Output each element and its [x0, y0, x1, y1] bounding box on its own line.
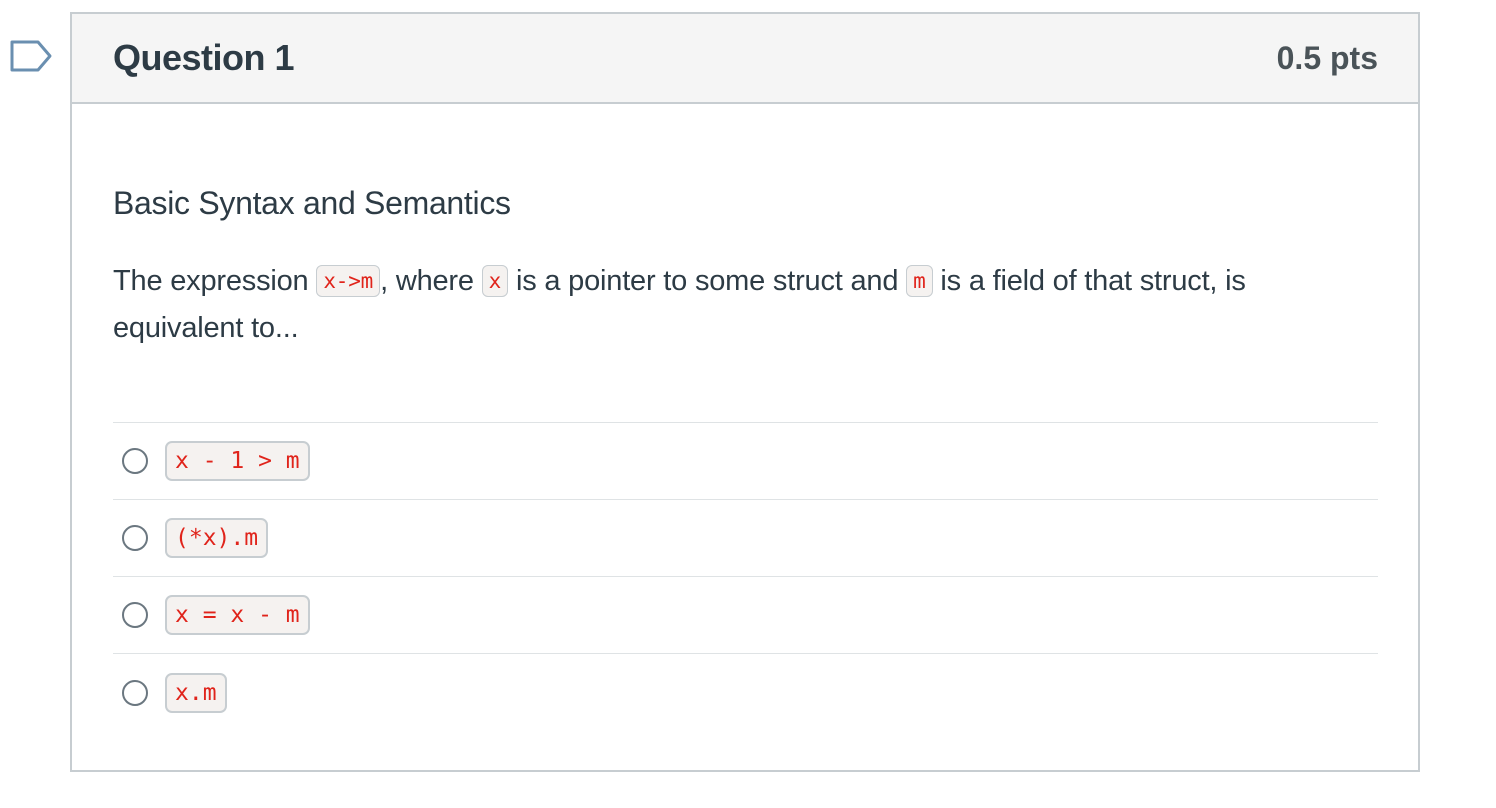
question-points: 0.5 pts	[1276, 39, 1378, 76]
radio-button[interactable]	[122, 525, 148, 551]
radio-button[interactable]	[122, 602, 148, 628]
bookmark-flag-icon[interactable]	[10, 40, 52, 72]
inline-code: x->m	[316, 265, 381, 297]
question-text: The expression x->m, where x is a pointe…	[113, 258, 1378, 352]
question-header: Question 1 0.5 pts	[72, 14, 1418, 104]
question-text-part: The expression	[113, 265, 317, 297]
answer-list: x - 1 > m (*x).m x = x - m x.m	[113, 422, 1378, 731]
radio-button[interactable]	[122, 679, 148, 706]
answer-code: x = x - m	[165, 595, 310, 635]
inline-code: x	[481, 265, 509, 297]
question-card: Question 1 0.5 pts Basic Syntax and Sema…	[70, 12, 1420, 772]
answer-code: (*x).m	[165, 518, 269, 558]
inline-code: m	[906, 265, 933, 297]
question-text-part: , where	[380, 265, 482, 297]
question-title: Question 1	[113, 37, 295, 78]
question-body: Basic Syntax and Semantics The expressio…	[72, 184, 1418, 731]
answer-code: x - 1 > m	[165, 441, 310, 481]
answer-option[interactable]: (*x).m	[113, 500, 1378, 577]
radio-button[interactable]	[122, 448, 148, 474]
answer-code: x.m	[165, 672, 227, 713]
answer-option[interactable]: x.m	[113, 654, 1378, 731]
answer-option[interactable]: x - 1 > m	[113, 423, 1378, 500]
question-heading: Basic Syntax and Semantics	[113, 185, 511, 221]
question-text-part: is a pointer to some struct and	[508, 265, 907, 297]
answer-option[interactable]: x = x - m	[113, 577, 1378, 654]
